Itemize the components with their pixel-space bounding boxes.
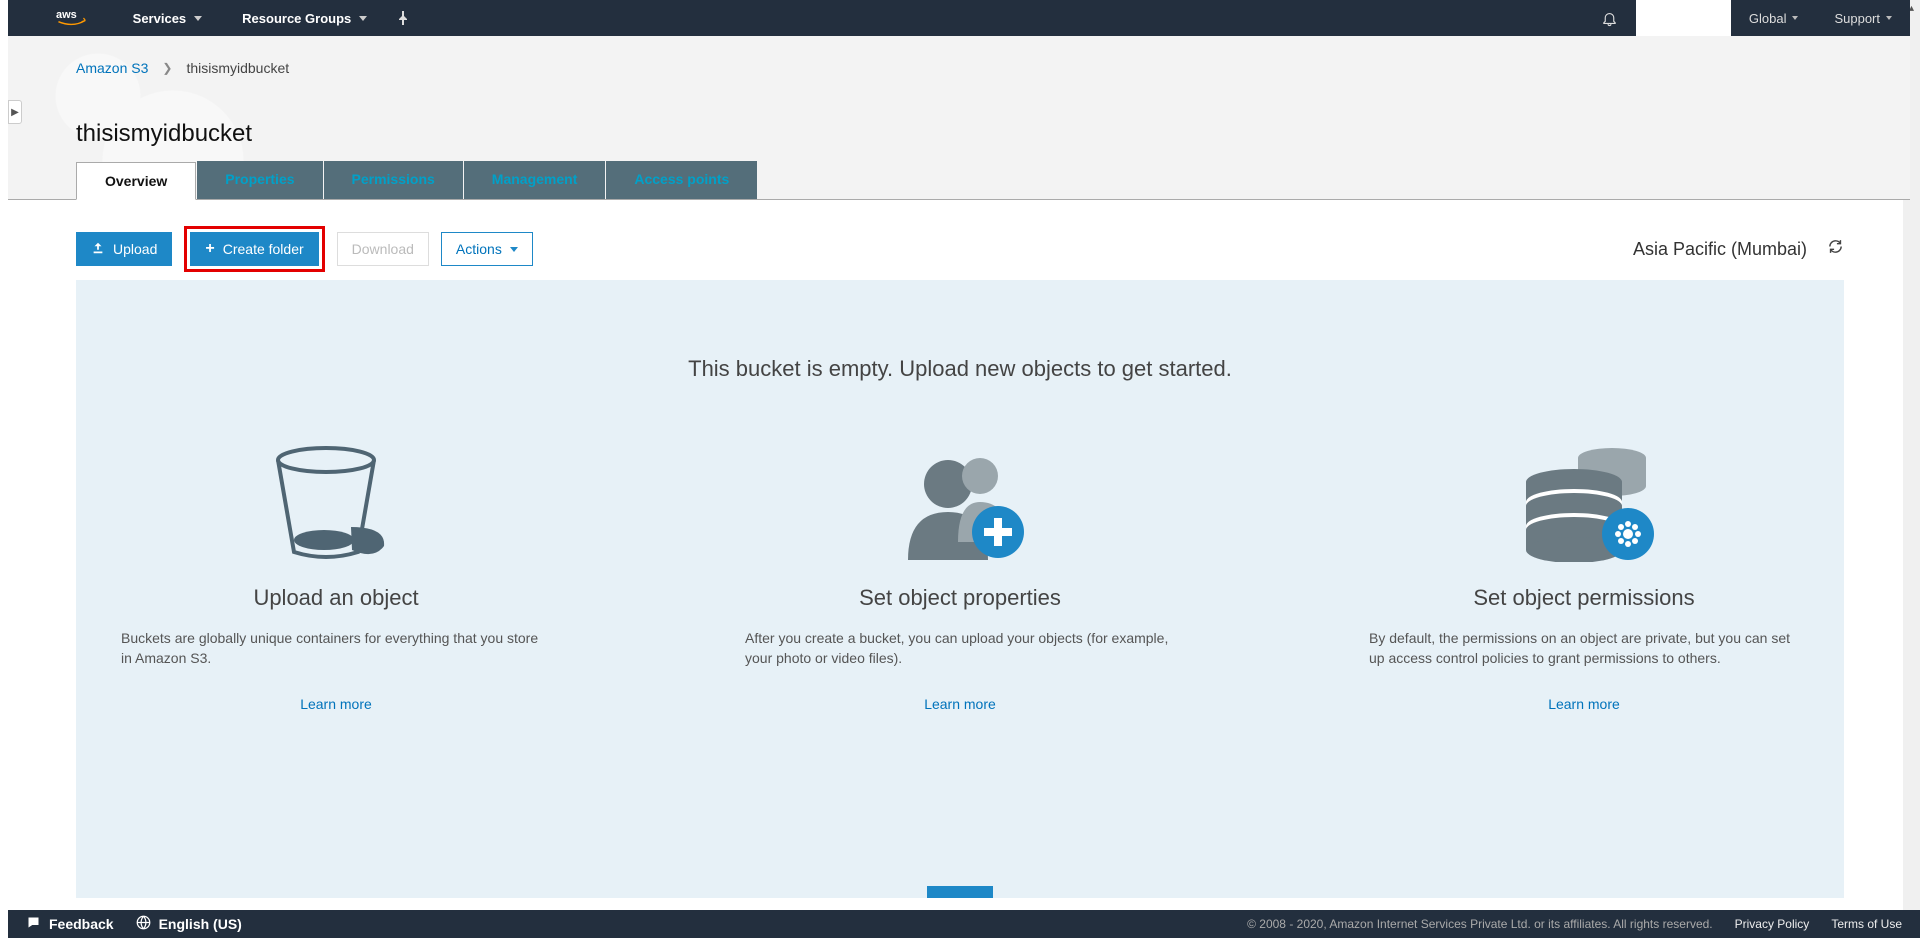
tab-properties[interactable]: Properties [197, 161, 322, 199]
caret-down-icon [1792, 16, 1798, 20]
card-body: After you create a bucket, you can uploa… [745, 629, 1175, 668]
create-folder-button[interactable]: + Create folder [190, 232, 318, 266]
learn-more-link[interactable]: Learn more [924, 696, 996, 712]
pin-icon [397, 11, 409, 25]
copyright: © 2008 - 2020, Amazon Internet Services … [1247, 917, 1713, 931]
nav-support-label: Support [1834, 11, 1880, 26]
notifications-button[interactable] [1583, 0, 1636, 36]
breadcrumb-root[interactable]: Amazon S3 [76, 60, 148, 76]
privacy-link[interactable]: Privacy Policy [1735, 917, 1810, 931]
nav-region-label: Global [1749, 11, 1787, 26]
learn-more-link[interactable]: Learn more [1548, 696, 1620, 712]
terms-link[interactable]: Terms of Use [1831, 917, 1902, 931]
caret-down-icon [510, 247, 518, 252]
breadcrumb-current: thisismyidbucket [186, 60, 289, 76]
create-folder-label: Create folder [223, 241, 304, 257]
card-object-permissions: Set object permissions By default, the p… [1369, 442, 1799, 714]
bell-icon [1601, 10, 1618, 27]
nav-services[interactable]: Services [133, 11, 203, 26]
nav-support[interactable]: Support [1816, 0, 1910, 36]
bucket-icon [256, 442, 416, 562]
language-selector[interactable]: English (US) [136, 915, 242, 933]
nav-resource-groups-label: Resource Groups [242, 11, 351, 26]
aws-top-nav: aws Services Resource Groups Global Supp… [8, 0, 1910, 36]
partial-button[interactable] [927, 886, 993, 898]
highlight-annotation: + Create folder [184, 226, 324, 272]
nav-pin-shortcut[interactable] [397, 11, 409, 25]
tab-overview[interactable]: Overview [76, 162, 196, 200]
upload-icon [91, 241, 105, 258]
chevron-right-icon: ❯ [162, 61, 172, 75]
side-panel-expand[interactable]: ▶ [8, 100, 22, 124]
refresh-icon [1827, 238, 1844, 255]
card-heading: Set object properties [745, 585, 1175, 611]
refresh-button[interactable] [1827, 238, 1844, 260]
upload-label: Upload [113, 241, 157, 257]
card-object-properties: Set object properties After you create a… [745, 442, 1175, 714]
card-heading: Upload an object [121, 585, 551, 611]
region-label: Asia Pacific (Mumbai) [1633, 239, 1807, 260]
learn-more-link[interactable]: Learn more [300, 696, 372, 712]
nav-region[interactable]: Global [1731, 0, 1817, 36]
tabs: Overview Properties Permissions Manageme… [76, 161, 758, 199]
aws-logo[interactable]: aws [56, 7, 93, 29]
actions-dropdown[interactable]: Actions [441, 232, 533, 266]
card-upload-object: Upload an object Buckets are globally un… [121, 442, 551, 714]
card-body: By default, the permissions on an object… [1369, 629, 1799, 668]
svg-text:aws: aws [56, 9, 77, 21]
page-title: thisismyidbucket [76, 120, 252, 148]
tab-access-points[interactable]: Access points [606, 161, 757, 199]
nav-services-label: Services [133, 11, 187, 26]
caret-down-icon [359, 16, 367, 21]
upload-button[interactable]: Upload [76, 232, 172, 266]
chat-icon [26, 915, 41, 933]
account-menu[interactable] [1636, 0, 1731, 36]
download-button: Download [337, 232, 429, 266]
card-heading: Set object permissions [1369, 585, 1799, 611]
download-label: Download [352, 241, 414, 257]
empty-bucket-panel: This bucket is empty. Upload new objects… [76, 280, 1844, 898]
globe-icon [136, 915, 151, 933]
empty-cards: Upload an object Buckets are globally un… [76, 382, 1844, 714]
region-indicator: Asia Pacific (Mumbai) [1633, 238, 1844, 260]
page-header: Amazon S3 ❯ thisismyidbucket thisismyidb… [8, 36, 1910, 200]
console-footer: Feedback English (US) © 2008 - 2020, Ama… [8, 910, 1920, 938]
actions-label: Actions [456, 241, 502, 257]
empty-title: This bucket is empty. Upload new objects… [76, 356, 1844, 382]
caret-down-icon [194, 16, 202, 21]
bucket-toolbar: Upload + Create folder Download Actions … [76, 232, 1844, 266]
plus-icon: + [205, 240, 214, 258]
tab-management[interactable]: Management [464, 161, 606, 199]
people-plus-icon [880, 442, 1040, 562]
nav-resource-groups[interactable]: Resource Groups [242, 11, 367, 26]
database-gear-icon [1504, 442, 1664, 562]
language-label: English (US) [159, 916, 242, 932]
tab-permissions[interactable]: Permissions [324, 161, 463, 199]
feedback-label: Feedback [49, 916, 114, 932]
breadcrumb: Amazon S3 ❯ thisismyidbucket [76, 60, 289, 76]
feedback-button[interactable]: Feedback [26, 915, 114, 933]
caret-down-icon [1886, 16, 1892, 20]
card-body: Buckets are globally unique containers f… [121, 629, 551, 668]
